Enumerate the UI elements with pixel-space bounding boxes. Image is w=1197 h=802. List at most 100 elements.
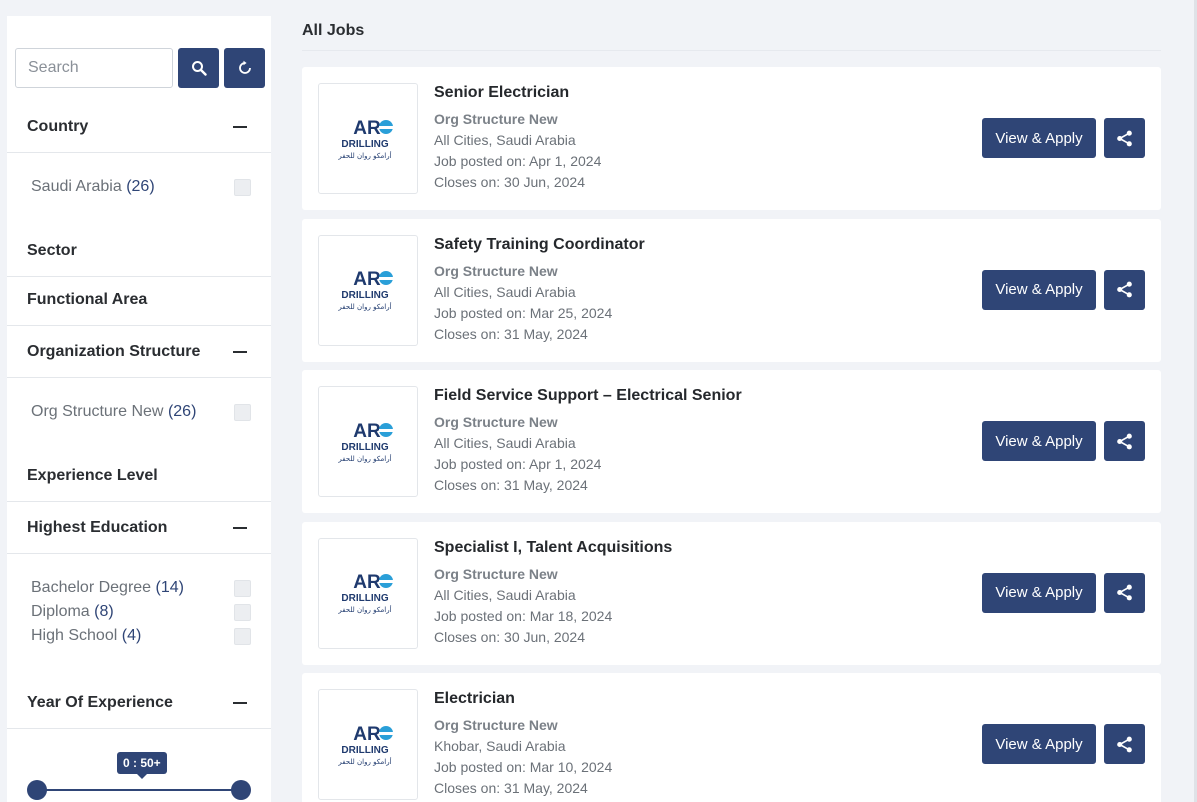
svg-text:DRILLING: DRILLING [341, 593, 388, 604]
checkbox[interactable] [234, 403, 251, 421]
job-title[interactable]: Safety Training Coordinator [434, 233, 645, 257]
filter-org-structure-header[interactable]: Organization Structure [7, 326, 271, 378]
search-button[interactable] [178, 48, 219, 88]
job-location: All Cities, Saudi Arabia [434, 435, 576, 451]
filter-sector-title: Sector [27, 241, 77, 259]
job-info: Specialist I, Talent Acquisitions Org St… [434, 536, 672, 648]
collapse-icon[interactable] [233, 701, 247, 704]
job-info: Senior Electrician Org Structure New All… [434, 81, 601, 193]
filter-option-education[interactable]: High School (4) [31, 625, 251, 647]
slider-handle-max[interactable] [231, 780, 251, 800]
option-text: Saudi Arabia (26) [31, 178, 155, 196]
company-logo: AR DRILLING أرامكو روان للحفر [318, 83, 418, 194]
svg-text:أرامكو روان للحفر: أرامكو روان للحفر [338, 302, 392, 311]
job-card: AR DRILLING أرامكو روان للحفر Specialist… [302, 521, 1161, 665]
svg-text:DRILLING: DRILLING [341, 290, 388, 301]
collapse-icon[interactable] [233, 125, 247, 128]
company-logo: AR DRILLING أرامكو روان للحفر [318, 689, 418, 800]
share-button[interactable] [1104, 118, 1145, 158]
option-count: (4) [121, 627, 142, 644]
slider-handle-min[interactable] [27, 780, 47, 800]
filter-option-education[interactable]: Bachelor Degree (14) [31, 577, 251, 599]
share-button[interactable] [1104, 269, 1145, 310]
share-button[interactable] [1104, 421, 1145, 461]
job-title[interactable]: Electrician [434, 687, 612, 711]
checkbox[interactable] [234, 603, 251, 621]
collapse-icon[interactable] [233, 526, 247, 529]
option-text: Org Structure New (26) [31, 403, 196, 421]
filter-org-structure-title: Organization Structure [27, 342, 201, 360]
filter-functional-area-title: Functional Area [27, 290, 148, 308]
svg-text:AR: AR [353, 572, 381, 593]
option-count: (26) [167, 403, 197, 420]
option-text: Bachelor Degree (14) [31, 579, 184, 597]
view-apply-button[interactable]: View & Apply [982, 724, 1096, 764]
svg-text:AR: AR [353, 118, 381, 139]
job-org: Org Structure New [434, 414, 558, 430]
share-icon [1117, 130, 1132, 146]
job-info: Electrician Org Structure New Khobar, Sa… [434, 687, 612, 799]
view-apply-button[interactable]: View & Apply [982, 269, 1096, 310]
reset-button[interactable] [224, 48, 265, 88]
job-posted-date: Job posted on: Apr 1, 2024 [434, 456, 602, 472]
job-card: AR DRILLING أرامكو روان للحفر Field Serv… [302, 370, 1161, 513]
option-count: (8) [94, 603, 114, 620]
filter-country-header[interactable]: Country [7, 101, 271, 153]
svg-text:DRILLING: DRILLING [341, 745, 388, 756]
filter-years-title: Year Of Experience [27, 693, 173, 711]
search-icon [191, 61, 207, 76]
refresh-icon [238, 60, 251, 74]
checkbox[interactable] [234, 627, 251, 645]
job-org: Org Structure New [434, 717, 558, 733]
filter-option-education[interactable]: Diploma (8) [31, 601, 251, 623]
filter-sidebar: Country Saudi Arabia (26) Sector Functio… [7, 16, 271, 802]
job-org: Org Structure New [434, 565, 558, 582]
option-label: Bachelor Degree [31, 579, 152, 596]
job-closing-date: Closes on: 31 May, 2024 [434, 780, 588, 796]
filter-sector-header[interactable]: Sector [7, 225, 271, 277]
job-closing-date: Closes on: 31 May, 2024 [434, 325, 588, 342]
filter-years-header[interactable]: Year Of Experience [7, 677, 271, 729]
job-org: Org Structure New [434, 111, 558, 127]
view-apply-button[interactable]: View & Apply [982, 118, 1096, 158]
company-logo: AR DRILLING أرامكو روان للحفر [318, 386, 418, 497]
checkbox[interactable] [234, 178, 251, 196]
option-count: (14) [155, 579, 184, 596]
view-apply-button[interactable]: View & Apply [982, 572, 1096, 613]
job-title[interactable]: Senior Electrician [434, 81, 601, 105]
share-button[interactable] [1104, 572, 1145, 613]
range-tooltip: 0 : 50+ [117, 752, 167, 779]
filter-experience-level-header[interactable]: Experience Level [7, 450, 271, 502]
checkbox[interactable] [234, 579, 251, 597]
job-location: All Cities, Saudi Arabia [434, 283, 576, 300]
filter-option-country[interactable]: Saudi Arabia (26) [31, 176, 251, 198]
svg-text:أرامكو روان للحفر: أرامكو روان للحفر [338, 757, 392, 766]
collapse-icon[interactable] [233, 350, 247, 353]
svg-text:DRILLING: DRILLING [341, 139, 388, 150]
svg-text:AR: AR [353, 421, 381, 442]
filter-education-title: Highest Education [27, 518, 168, 536]
experience-range-slider[interactable]: 0 : 50+ [7, 752, 271, 802]
search-input[interactable] [15, 48, 173, 88]
share-button[interactable] [1104, 724, 1145, 764]
option-label: Org Structure New [31, 403, 164, 420]
job-title[interactable]: Field Service Support – Electrical Senio… [434, 384, 742, 408]
svg-text:AR: AR [353, 269, 381, 290]
svg-text:أرامكو روان للحفر: أرامكو روان للحفر [338, 605, 392, 614]
job-posted-date: Job posted on: Mar 18, 2024 [434, 607, 613, 624]
filter-functional-area-header[interactable]: Functional Area [7, 274, 271, 326]
view-apply-button[interactable]: View & Apply [982, 421, 1096, 461]
filter-country-title: Country [27, 117, 89, 135]
option-count: (26) [126, 178, 155, 195]
filter-option-org-structure[interactable]: Org Structure New (26) [31, 401, 251, 423]
svg-text:أرامكو روان للحفر: أرامكو روان للحفر [338, 151, 392, 160]
job-title[interactable]: Specialist I, Talent Acquisitions [434, 536, 672, 560]
job-closing-date: Closes on: 31 May, 2024 [434, 477, 588, 493]
filter-education-header[interactable]: Highest Education [7, 502, 271, 554]
slider-track[interactable] [37, 789, 241, 791]
job-info: Safety Training Coordinator Org Structur… [434, 233, 645, 345]
svg-text:أرامكو روان للحفر: أرامكو روان للحفر [338, 454, 392, 463]
job-location: All Cities, Saudi Arabia [434, 132, 576, 148]
share-icon [1117, 736, 1132, 752]
option-label: Saudi Arabia [31, 178, 122, 195]
